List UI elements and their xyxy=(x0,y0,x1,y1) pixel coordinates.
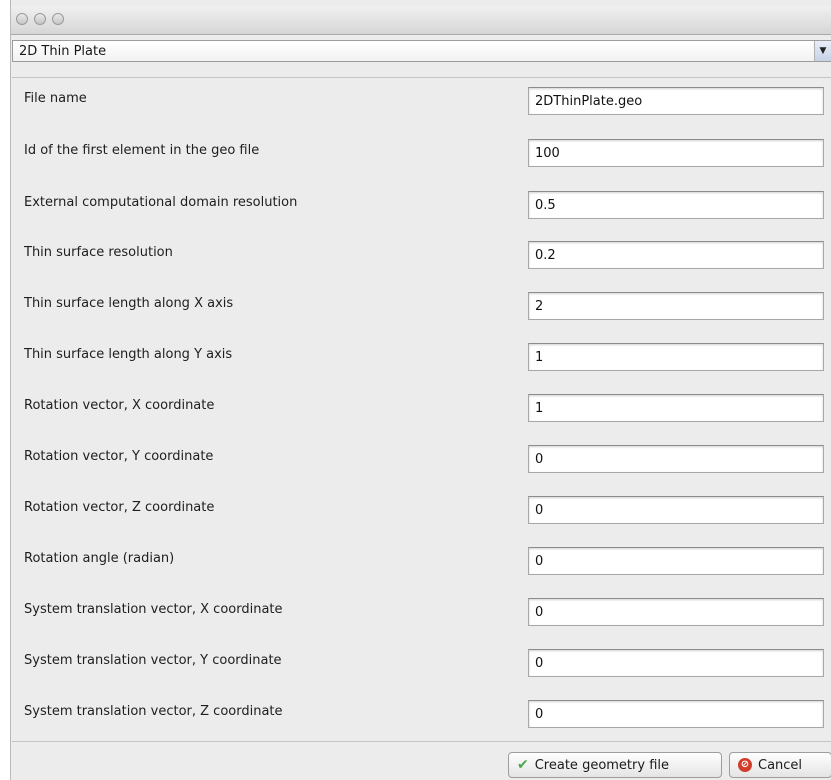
form-row: Id of the first element in the geo file xyxy=(12,136,831,167)
field-label: Rotation vector, Z coordinate xyxy=(24,500,215,515)
rotation-y-input[interactable] xyxy=(528,445,824,473)
cancel-label: Cancel xyxy=(758,757,803,773)
form-row: Rotation angle (radian) xyxy=(12,544,831,575)
rotation-z-input[interactable] xyxy=(528,496,824,524)
form-row: External computational domain resolution xyxy=(12,188,831,219)
field-label: Rotation vector, Y coordinate xyxy=(24,449,214,464)
field-label: Rotation angle (radian) xyxy=(24,551,175,566)
form-row: File name xyxy=(12,84,831,115)
close-window-icon[interactable] xyxy=(16,13,28,25)
rotation-x-input[interactable] xyxy=(528,394,824,422)
create-geometry-button[interactable]: ✔ Create geometry file xyxy=(508,752,722,778)
field-label: External computational domain resolution xyxy=(24,195,298,210)
minimize-window-icon[interactable] xyxy=(34,13,46,25)
length-x-input[interactable] xyxy=(528,292,824,320)
form-row: System translation vector, Y coordinate xyxy=(12,646,831,677)
cancel-button[interactable]: ⊘ Cancel xyxy=(729,752,831,778)
zoom-window-icon[interactable] xyxy=(52,13,64,25)
length-y-input[interactable] xyxy=(528,343,824,371)
form-row: Rotation vector, Y coordinate xyxy=(12,442,831,473)
field-label: System translation vector, Y coordinate xyxy=(24,653,282,668)
checkmark-icon: ✔ xyxy=(517,757,529,773)
form-row: Thin surface resolution xyxy=(12,238,831,269)
rotation-angle-input[interactable] xyxy=(528,547,824,575)
translation-y-input[interactable] xyxy=(528,649,824,677)
form-row: System translation vector, Z coordinate xyxy=(12,697,831,728)
form-row: Rotation vector, X coordinate xyxy=(12,391,831,422)
field-label: Thin surface resolution xyxy=(24,245,173,260)
parameter-panel: File name Id of the first element in the… xyxy=(12,77,831,742)
dropdown-arrow-icon[interactable]: ▼ xyxy=(814,41,831,61)
field-label: Id of the first element in the geo file xyxy=(24,143,260,158)
template-select[interactable]: 2D Thin Plate ▼ xyxy=(12,40,831,62)
form-row: System translation vector, X coordinate xyxy=(12,595,831,626)
form-row: Thin surface length along X axis xyxy=(12,289,831,320)
dialog-window: 2D Thin Plate ▼ File name Id of the firs… xyxy=(10,0,831,780)
create-geometry-label: Create geometry file xyxy=(534,757,669,773)
field-label: File name xyxy=(24,91,87,106)
field-label: Thin surface length along X axis xyxy=(24,296,234,311)
title-bar[interactable] xyxy=(11,6,831,35)
window-controls xyxy=(16,13,64,25)
form-row: Thin surface length along Y axis xyxy=(12,340,831,371)
field-label: System translation vector, X coordinate xyxy=(24,602,283,617)
first-element-id-input[interactable] xyxy=(528,139,824,167)
translation-z-input[interactable] xyxy=(528,700,824,728)
translation-x-input[interactable] xyxy=(528,598,824,626)
thin-surface-resolution-input[interactable] xyxy=(528,241,824,269)
field-label: System translation vector, Z coordinate xyxy=(24,704,283,719)
cancel-icon: ⊘ xyxy=(738,758,752,772)
external-domain-resolution-input[interactable] xyxy=(528,191,824,219)
template-select-value: 2D Thin Plate xyxy=(19,44,107,59)
file-name-input[interactable] xyxy=(528,87,824,115)
form-row: Rotation vector, Z coordinate xyxy=(12,493,831,524)
field-label: Thin surface length along Y axis xyxy=(24,347,233,362)
field-label: Rotation vector, X coordinate xyxy=(24,398,215,413)
